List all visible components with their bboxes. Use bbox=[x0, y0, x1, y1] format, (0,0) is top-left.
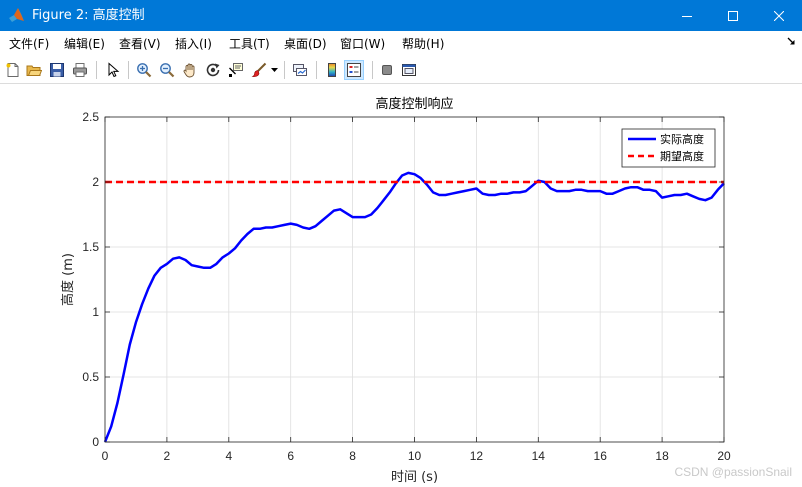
figure-toolbar bbox=[0, 57, 802, 84]
link-plot-icon bbox=[293, 64, 307, 76]
x-tick-label: 18 bbox=[655, 449, 669, 463]
close-icon bbox=[774, 10, 784, 21]
rotate-3d-icon bbox=[206, 63, 220, 77]
menu-insert[interactable]: 插入(I) bbox=[175, 36, 212, 52]
x-tick-label: 14 bbox=[532, 449, 546, 463]
link-plot-button[interactable] bbox=[290, 60, 310, 80]
y-tick-label: 0.5 bbox=[82, 370, 99, 384]
dock-arrow-icon[interactable] bbox=[787, 37, 796, 46]
legend-icon bbox=[347, 63, 361, 77]
x-tick-label: 2 bbox=[164, 449, 171, 463]
y-axis-title: 高度 (m) bbox=[60, 253, 76, 306]
toolbar-separator bbox=[128, 61, 129, 79]
x-axis-title: 时间 (s) bbox=[391, 470, 438, 485]
brush-button[interactable] bbox=[249, 60, 269, 80]
x-tick-label: 16 bbox=[594, 449, 608, 463]
y-tick-label: 2 bbox=[92, 175, 99, 189]
pointer-button[interactable] bbox=[103, 60, 123, 80]
figure-canvas[interactable]: 0 2 4 6 8 10 12 14 16 18 20 0 0.5 1 1.5 2 2.5 高度控制响应 时间 … bbox=[0, 85, 802, 487]
watermark: CSDN @passionSnail bbox=[674, 465, 792, 479]
legend-label-actual: 实际高度 bbox=[660, 132, 704, 146]
x-tick-label: 12 bbox=[470, 449, 484, 463]
show-plot-tools-button[interactable] bbox=[399, 60, 419, 80]
menu-tools[interactable]: 工具(T) bbox=[229, 36, 270, 52]
y-tick-label: 0 bbox=[92, 435, 99, 449]
legend-button[interactable] bbox=[344, 60, 364, 80]
y-tick-label: 1 bbox=[92, 305, 99, 319]
menu-edit[interactable]: 编辑(E) bbox=[64, 36, 105, 52]
chart-title: 高度控制响应 bbox=[375, 96, 453, 112]
x-tick-label: 0 bbox=[102, 449, 109, 463]
x-tick-label: 4 bbox=[225, 449, 232, 463]
brush-dropdown[interactable] bbox=[269, 60, 279, 80]
minimize-icon bbox=[682, 15, 692, 17]
matlab-logo-icon bbox=[9, 8, 24, 22]
window-title: Figure 2: 高度控制 bbox=[32, 8, 145, 23]
colorbar-button[interactable] bbox=[322, 60, 342, 80]
new-figure-button[interactable] bbox=[3, 60, 23, 80]
title-bar[interactable]: Figure 2: 高度控制 bbox=[0, 0, 802, 31]
pan-button[interactable] bbox=[180, 60, 200, 80]
colorbar-icon bbox=[328, 63, 336, 77]
y-tick-label: 2.5 bbox=[82, 110, 99, 124]
show-tools-icon bbox=[402, 64, 416, 76]
hide-plot-tools-button[interactable] bbox=[377, 60, 397, 80]
toolbar-separator bbox=[284, 61, 285, 79]
hide-tools-icon bbox=[382, 65, 392, 75]
zoom-out-button[interactable] bbox=[157, 60, 177, 80]
minimize-button[interactable] bbox=[664, 0, 710, 31]
toolbar-separator bbox=[372, 61, 373, 79]
save-button[interactable] bbox=[47, 60, 67, 80]
x-tick-label: 20 bbox=[717, 449, 731, 463]
save-icon bbox=[50, 63, 64, 77]
line-chart[interactable]: 0 2 4 6 8 10 12 14 16 18 20 0 0.5 1 1.5 2 2.5 高度控制响应 时间 … bbox=[0, 85, 802, 487]
menu-desktop[interactable]: 桌面(D) bbox=[284, 36, 327, 52]
chevron-down-icon bbox=[270, 67, 278, 72]
print-button[interactable] bbox=[70, 60, 90, 80]
zoom-in-icon bbox=[137, 63, 152, 78]
menu-file[interactable]: 文件(F) bbox=[9, 36, 49, 52]
menu-window[interactable]: 窗口(W) bbox=[340, 36, 385, 52]
maximize-icon bbox=[728, 10, 738, 21]
open-file-button[interactable] bbox=[24, 60, 44, 80]
pan-icon bbox=[183, 63, 195, 78]
rotate-3d-button[interactable] bbox=[203, 60, 223, 80]
data-cursor-icon bbox=[229, 63, 243, 77]
data-cursor-button[interactable] bbox=[226, 60, 246, 80]
legend[interactable]: 实际高度 期望高度 bbox=[621, 128, 716, 168]
zoom-in-button[interactable] bbox=[134, 60, 154, 80]
zoom-out-icon bbox=[160, 63, 175, 78]
toolbar-separator bbox=[316, 61, 317, 79]
maximize-button[interactable] bbox=[710, 0, 756, 31]
legend-label-desired: 期望高度 bbox=[660, 149, 704, 163]
print-icon bbox=[73, 63, 87, 77]
x-tick-label: 6 bbox=[287, 449, 294, 463]
x-tick-label: 10 bbox=[408, 449, 422, 463]
toolbar-separator bbox=[96, 61, 97, 79]
brush-icon bbox=[251, 62, 267, 77]
menu-bar: 文件(F) 编辑(E) 查看(V) 插入(I) 工具(T) 桌面(D) 窗口(W… bbox=[0, 31, 802, 57]
x-tick-label: 8 bbox=[349, 449, 356, 463]
open-file-icon bbox=[26, 65, 42, 76]
pointer-icon bbox=[108, 62, 120, 78]
new-figure-icon bbox=[6, 63, 19, 77]
close-button[interactable] bbox=[756, 0, 802, 31]
menu-view[interactable]: 查看(V) bbox=[119, 36, 161, 52]
menu-help[interactable]: 帮助(H) bbox=[402, 36, 444, 52]
y-tick-label: 1.5 bbox=[82, 240, 99, 254]
